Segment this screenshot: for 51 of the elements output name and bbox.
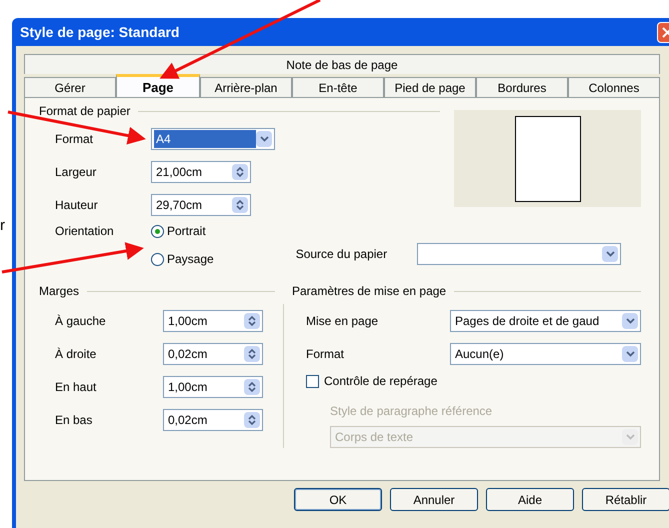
field-label: Orientation [55, 223, 114, 238]
field-label: Largeur [55, 164, 98, 181]
paper-source-dropdown[interactable] [417, 243, 622, 265]
window-title: Style de page: Standard [20, 22, 180, 42]
radio-label: Paysage [167, 251, 214, 268]
spin-field[interactable]: 0,02cm [163, 343, 263, 365]
field-label: Hauteur [55, 197, 99, 214]
radio-button[interactable] [151, 252, 164, 266]
spin-field[interactable]: 29,70cm [151, 194, 251, 216]
field-label: Format [306, 346, 346, 363]
field-label: Source du papier [296, 246, 388, 263]
tab[interactable]: Gérer [24, 77, 116, 97]
tab[interactable]: Pied de page [384, 77, 476, 97]
checkbox-label: Contrôle de repérage [324, 373, 438, 390]
field-label: À gauche [55, 313, 107, 330]
section-title: Marges [39, 283, 80, 300]
tab[interactable]: Colonnes [568, 77, 660, 97]
field-label: Format [55, 131, 94, 148]
radio-label: Portrait [167, 223, 206, 240]
spin-arrows-icon[interactable] [244, 379, 260, 395]
dialog-button[interactable]: Rétablir [582, 488, 669, 511]
field-label: En haut [55, 379, 98, 396]
field-label: Mise en page [306, 313, 380, 330]
spin-field[interactable]: 1,00cm [163, 310, 263, 332]
spin-arrows-icon[interactable] [232, 197, 248, 213]
page-layout-dropdown[interactable]: Pages de droite et de gaud [450, 310, 641, 332]
spin-field[interactable]: 21,00cm [151, 161, 251, 183]
field-label: À droite [55, 346, 98, 363]
spin-field[interactable]: 1,00cm [163, 376, 263, 398]
checkbox[interactable] [306, 374, 319, 388]
dialog-button[interactable]: Aide [486, 488, 574, 511]
spin-arrows-icon[interactable] [232, 164, 248, 180]
spin-arrows-icon[interactable] [244, 346, 260, 362]
dialog-button[interactable]: OK [294, 488, 382, 511]
field-label: En bas [55, 412, 94, 429]
spin-arrows-icon[interactable] [244, 313, 260, 329]
section-title: Paramètres de mise en page [292, 283, 446, 300]
section-title: Format de papier [39, 103, 130, 120]
tab[interactable]: Page [116, 74, 200, 98]
radio-button[interactable] [151, 224, 164, 238]
spin-field[interactable]: 0,02cm [163, 409, 263, 431]
spin-arrows-icon[interactable] [244, 412, 260, 428]
tab[interactable]: Bordures [476, 77, 568, 97]
numbering-format-dropdown[interactable]: Aucun(e) [450, 343, 641, 365]
dialog-button[interactable]: Annuler [390, 488, 478, 511]
format-dropdown[interactable]: A4 [151, 128, 275, 150]
tab[interactable]: En-tête [292, 77, 384, 97]
annotation-text: r [0, 216, 5, 236]
tab[interactable]: Arrière-plan [200, 77, 292, 97]
tab[interactable]: Note de bas de page [24, 54, 660, 74]
field-label: Style de paragraphe référence [330, 403, 494, 420]
